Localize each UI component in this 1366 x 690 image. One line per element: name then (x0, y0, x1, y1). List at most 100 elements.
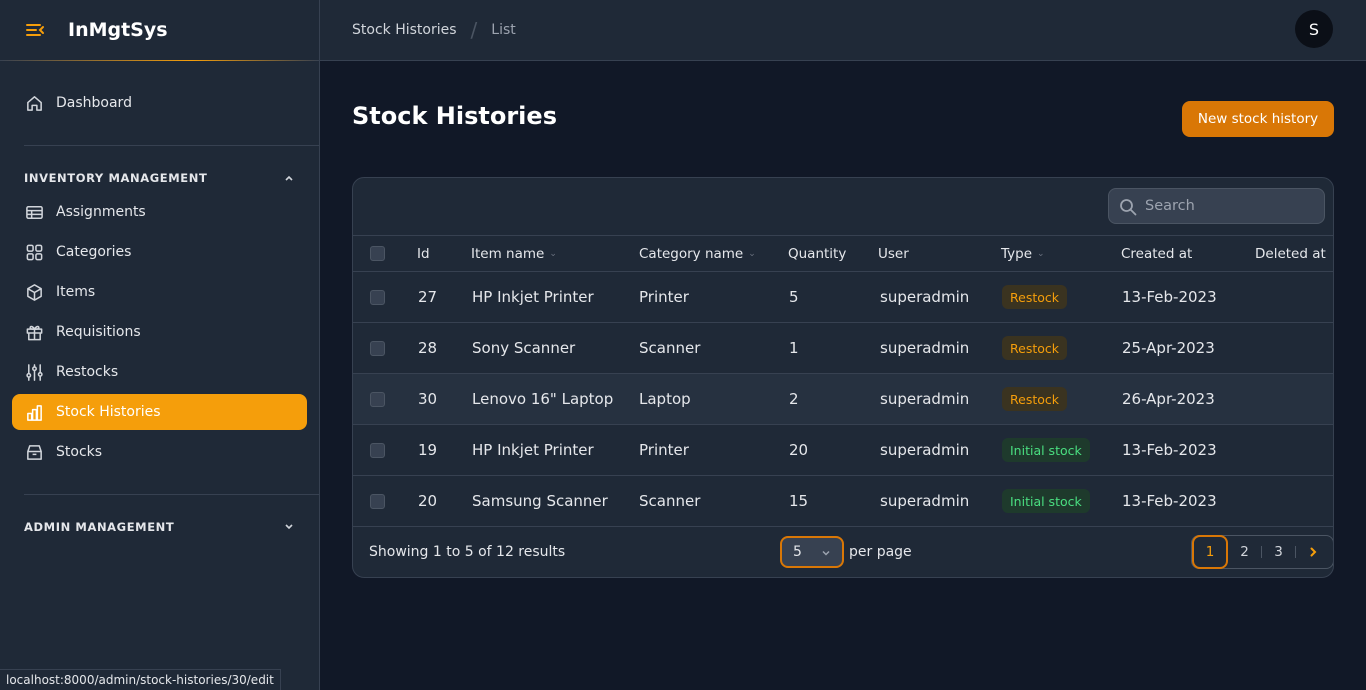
sidebar-item-label: Stock Histories (56, 404, 161, 420)
avatar[interactable]: S (1295, 10, 1333, 48)
results-summary: Showing 1 to 5 of 12 results (369, 544, 566, 560)
row-checkbox[interactable] (370, 494, 385, 509)
sidebar-item-label: Stocks (56, 444, 103, 460)
home-icon (24, 93, 44, 113)
sidebar-item-label: Categories (56, 244, 132, 260)
new-stock-history-button[interactable]: New stock history (1182, 101, 1334, 137)
table-card: Id Item name⌄ Category name⌄ Quantity Us… (352, 177, 1334, 578)
sidebar-item-stocks[interactable]: Stocks (12, 434, 307, 470)
chevron-down-icon[interactable] (282, 520, 296, 534)
next-page-button[interactable] (1296, 535, 1329, 569)
search-input[interactable] (1145, 198, 1315, 214)
cell-item-name: HP Inkjet Printer (472, 441, 594, 459)
cell-item-name: Lenovo 16" Laptop (472, 390, 614, 408)
status-bar-url: localhost:8000/admin/stock-histories/30/… (0, 669, 281, 690)
cell-created-at: 13-Feb-2023 (1122, 441, 1217, 459)
brand-bar: InMgtSys (0, 0, 319, 61)
cell-user: superadmin (880, 288, 970, 306)
column-item-name[interactable]: Item name ⌄ (471, 246, 557, 262)
cell-quantity: 20 (789, 441, 809, 459)
sort-chevron-icon: ⌄ (1037, 249, 1045, 259)
type-badge: Initial stock (1002, 489, 1090, 513)
grid-icon (24, 242, 44, 262)
page-2-button[interactable]: 2 (1228, 535, 1261, 569)
sidebar-item-categories[interactable]: Categories (12, 234, 307, 270)
sidebar: InMgtSys Dashboard INVENTORY MANAGEMENT … (0, 0, 320, 690)
cell-created-at: 26-Apr-2023 (1122, 390, 1215, 408)
cell-id: 28 (418, 339, 438, 357)
section-admin-management[interactable]: ADMIN MANAGEMENT (24, 520, 174, 534)
chevron-down-icon (822, 550, 830, 556)
cell-created-at: 13-Feb-2023 (1122, 492, 1217, 510)
table-row[interactable]: 30 Lenovo 16" Laptop Laptop 2 superadmin… (353, 374, 1333, 425)
breadcrumb-separator: / (470, 18, 478, 42)
sidebar-item-items[interactable]: Items (12, 274, 307, 310)
sidebar-item-requisitions[interactable]: Requisitions (12, 314, 307, 350)
column-id[interactable]: Id (417, 246, 430, 262)
table-footer: Showing 1 to 5 of 12 results 5 per page … (353, 527, 1333, 577)
row-checkbox[interactable] (370, 341, 385, 356)
cube-icon (24, 282, 44, 302)
table-row[interactable]: 28 Sony Scanner Scanner 1 superadmin Res… (353, 323, 1333, 374)
sidebar-item-dashboard[interactable]: Dashboard (12, 85, 307, 121)
sidebar-item-label: Items (56, 284, 96, 300)
search-box[interactable] (1108, 188, 1325, 224)
cell-created-at: 25-Apr-2023 (1122, 339, 1215, 357)
cell-quantity: 2 (789, 390, 799, 408)
column-deleted-at: Deleted at (1255, 246, 1326, 262)
cell-quantity: 15 (789, 492, 809, 510)
table-row[interactable]: 27 HP Inkjet Printer Printer 5 superadmi… (353, 272, 1333, 323)
cell-category-name: Printer (639, 288, 689, 306)
sidebar-item-label: Assignments (56, 204, 146, 220)
column-created-at: Created at (1121, 246, 1193, 262)
cell-item-name: Sony Scanner (472, 339, 576, 357)
gift-icon (24, 322, 44, 342)
sidebar-item-label: Requisitions (56, 324, 141, 340)
cell-user: superadmin (880, 390, 970, 408)
type-badge: Initial stock (1002, 438, 1090, 462)
pagination: 1 2 3 (1191, 535, 1333, 569)
collapse-menu-icon[interactable] (24, 19, 46, 41)
cell-id: 19 (418, 441, 438, 459)
chevron-right-icon (1310, 547, 1316, 557)
cell-quantity: 5 (789, 288, 799, 306)
cell-item-name: Samsung Scanner (472, 492, 608, 510)
archive-icon (24, 442, 44, 462)
per-page-value: 5 (793, 544, 802, 560)
chart-bar-icon (24, 402, 44, 422)
table-row[interactable]: 20 Samsung Scanner Scanner 15 superadmin… (353, 476, 1333, 527)
row-checkbox[interactable] (370, 443, 385, 458)
cell-user: superadmin (880, 339, 970, 357)
search-icon (1120, 199, 1137, 216)
page-3-button[interactable]: 3 (1262, 535, 1295, 569)
type-badge: Restock (1002, 285, 1067, 309)
page-title: Stock Histories (352, 102, 557, 130)
per-page-select[interactable]: 5 (780, 536, 844, 568)
cell-category-name: Scanner (639, 339, 701, 357)
chevron-up-icon[interactable] (282, 171, 296, 185)
section-inventory-management[interactable]: INVENTORY MANAGEMENT (24, 171, 207, 185)
cell-quantity: 1 (789, 339, 799, 357)
cell-category-name: Printer (639, 441, 689, 459)
select-all-checkbox[interactable] (370, 246, 385, 261)
sidebar-item-restocks[interactable]: Restocks (12, 354, 307, 390)
cell-user: superadmin (880, 441, 970, 459)
column-category-name[interactable]: Category name ⌄ (639, 246, 756, 262)
table-header: Id Item name ⌄ Category name ⌄ Quantity Us… (353, 235, 1333, 272)
sidebar-item-label: Restocks (56, 364, 119, 380)
sidebar-item-assignments[interactable]: Assignments (12, 194, 307, 230)
column-type[interactable]: Type ⌄ (1001, 246, 1045, 262)
cell-id: 30 (418, 390, 438, 408)
table-row[interactable]: 19 HP Inkjet Printer Printer 20 superadm… (353, 425, 1333, 476)
row-checkbox[interactable] (370, 290, 385, 305)
breadcrumb-stock-histories[interactable]: Stock Histories (352, 22, 457, 38)
sort-chevron-icon: ⌄ (748, 249, 756, 259)
page-1-button[interactable]: 1 (1192, 535, 1228, 569)
table-icon (24, 202, 44, 222)
cell-item-name: HP Inkjet Printer (472, 288, 594, 306)
app-name[interactable]: InMgtSys (68, 19, 168, 41)
sidebar-item-label: Dashboard (56, 95, 132, 111)
row-checkbox[interactable] (370, 392, 385, 407)
sliders-icon (24, 362, 44, 382)
sidebar-item-stock-histories[interactable]: Stock Histories (12, 394, 307, 430)
